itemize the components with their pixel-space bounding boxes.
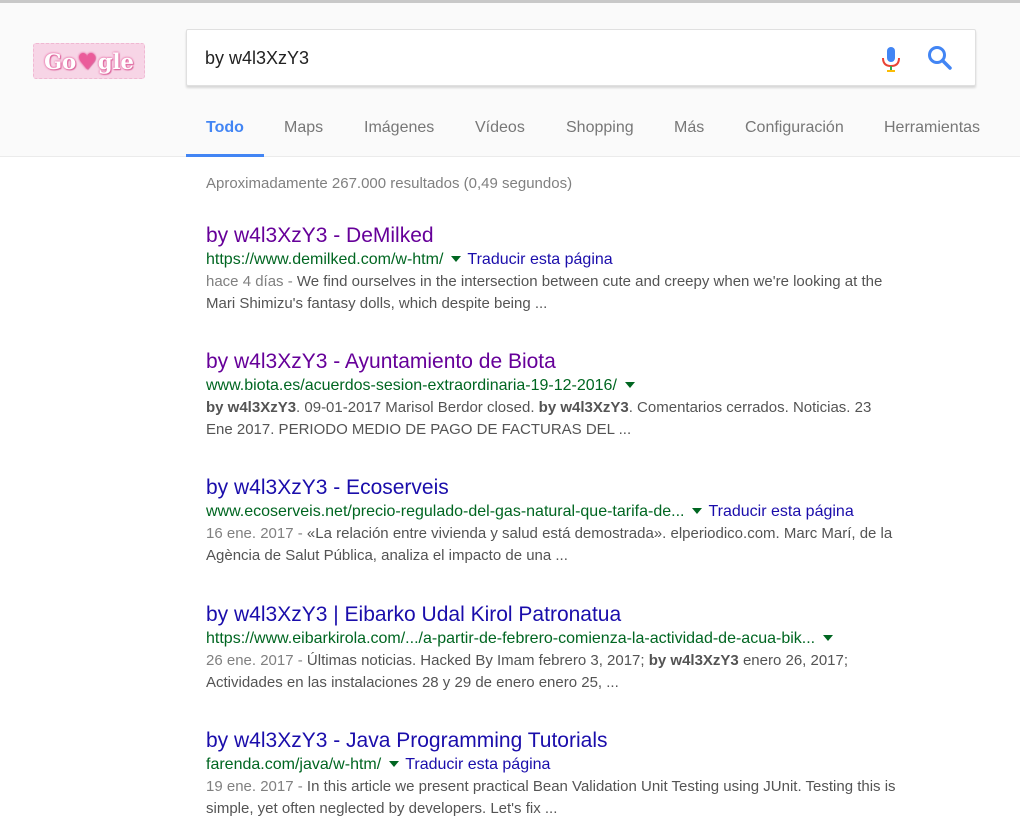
tab-herramientas[interactable]: Herramientas <box>884 103 980 157</box>
result-title-link[interactable]: by w4l3XzY3 - Ayuntamiento de Biota <box>206 349 966 375</box>
result-url-line: farenda.com/java/w-htm/Traducir esta pág… <box>206 754 966 776</box>
caret-down-icon[interactable] <box>823 634 834 641</box>
result-snippet: 19 ene. 2017 - In this article we presen… <box>206 778 896 817</box>
result-url: https://www.eibarkirola.com/.../a-partir… <box>206 630 816 647</box>
search-result: by w4l3XzY3 | Eibarko Udal Kirol Patrona… <box>206 602 966 694</box>
tab-mas[interactable]: Más <box>674 103 704 157</box>
result-title-link[interactable]: by w4l3XzY3 - Java Programming Tutorials <box>206 728 966 754</box>
result-title-link[interactable]: by w4l3XzY3 | Eibarko Udal Kirol Patrona… <box>206 602 966 628</box>
search-result: by w4l3XzY3 - DeMilked https://www.demil… <box>206 223 966 315</box>
caret-down-icon[interactable] <box>451 255 462 262</box>
result-url: www.biota.es/acuerdos-sesion-extraordina… <box>206 377 617 394</box>
result-url-line: www.ecoserveis.net/precio-regulado-del-g… <box>206 501 966 523</box>
search-input[interactable] <box>205 44 805 72</box>
tab-videos[interactable]: Vídeos <box>475 103 525 157</box>
tab-maps[interactable]: Maps <box>284 103 323 157</box>
search-result: by w4l3XzY3 - Ayuntamiento de Biota www.… <box>206 349 966 441</box>
result-snippet: hace 4 días - We find ourselves in the i… <box>206 273 883 312</box>
caret-down-icon[interactable] <box>389 760 400 767</box>
result-url: farenda.com/java/w-htm/ <box>206 756 382 773</box>
tab-configuracion[interactable]: Configuración <box>745 103 844 157</box>
result-url-line: www.biota.es/acuerdos-sesion-extraordina… <box>206 375 966 397</box>
heart-icon: ♥ <box>77 48 97 75</box>
doodle-logo[interactable]: Go♥gle <box>33 43 145 79</box>
search-box <box>186 29 976 86</box>
result-date: 19 ene. 2017 - <box>206 778 307 795</box>
result-date: 26 ene. 2017 - <box>206 652 307 669</box>
result-snippet: by w4l3XzY3. 09-01-2017 Marisol Berdor c… <box>206 399 872 438</box>
translate-link[interactable]: Traducir esta página <box>708 503 853 520</box>
result-title-link[interactable]: by w4l3XzY3 - DeMilked <box>206 223 966 249</box>
result-url-line: https://www.eibarkirola.com/.../a-partir… <box>206 628 966 650</box>
search-result: by w4l3XzY3 - Ecoserveis www.ecoserveis.… <box>206 475 966 567</box>
tab-shopping[interactable]: Shopping <box>566 103 634 157</box>
search-icon[interactable] <box>927 45 953 71</box>
result-date: hace 4 días - <box>206 273 297 290</box>
search-tabs: Todo Maps Imágenes Vídeos Shopping Más C… <box>0 103 1020 157</box>
result-stats: Aproximadamente 267.000 resultados (0,49… <box>206 175 573 192</box>
microphone-icon[interactable] <box>879 45 903 73</box>
caret-down-icon[interactable] <box>624 381 635 388</box>
result-snippet: 16 ene. 2017 - «La relación entre vivien… <box>206 525 893 564</box>
search-header: Go♥gle Todo Maps Imágenes Vídeos Shoppin… <box>0 3 1020 157</box>
caret-down-icon[interactable] <box>692 507 703 514</box>
result-url: www.ecoserveis.net/precio-regulado-del-g… <box>206 503 685 520</box>
result-title-link[interactable]: by w4l3XzY3 - Ecoserveis <box>206 475 966 501</box>
translate-link[interactable]: Traducir esta página <box>405 756 550 773</box>
tab-imagenes[interactable]: Imágenes <box>364 103 434 157</box>
result-date: 16 ene. 2017 - <box>206 525 307 542</box>
translate-link[interactable]: Traducir esta página <box>467 251 612 268</box>
result-url: https://www.demilked.com/w-htm/ <box>206 251 444 268</box>
search-result: by w4l3XzY3 - Java Programming Tutorials… <box>206 728 966 820</box>
logo-text: Go♥gle <box>44 48 134 75</box>
result-url-line: https://www.demilked.com/w-htm/Traducir … <box>206 249 966 271</box>
result-snippet: 26 ene. 2017 - Últimas noticias. Hacked … <box>206 652 849 691</box>
tab-todo[interactable]: Todo <box>186 103 264 157</box>
